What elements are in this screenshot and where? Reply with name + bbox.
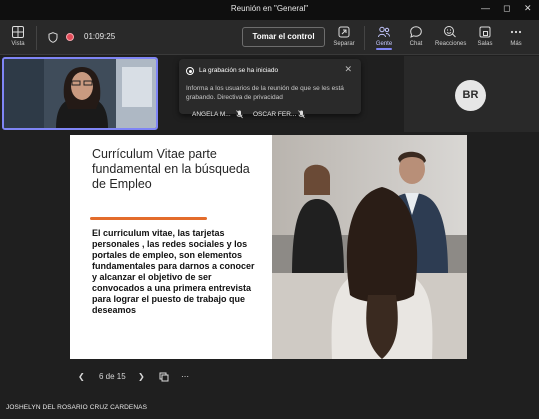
pop-out-icon (337, 25, 351, 39)
take-control-button[interactable]: Tomar el control (242, 27, 325, 47)
interview-photo (272, 135, 467, 359)
avatar: BR (455, 80, 486, 111)
slide-divider (90, 217, 207, 220)
rooms-button[interactable]: Salas (470, 25, 500, 47)
reactions-button[interactable]: Reacciones (435, 25, 467, 47)
shield-icon (48, 32, 58, 43)
more-label: Más (510, 41, 522, 47)
title-bar: Reunión en "General" — ◻ ✕ (0, 0, 539, 20)
meeting-timer: 01:09:25 (84, 32, 116, 41)
toolbar-divider (364, 26, 365, 50)
view-button[interactable]: Vista (3, 25, 33, 47)
more-options-icon[interactable]: ⋯ (181, 372, 189, 381)
chat-button[interactable]: Chat (401, 25, 431, 47)
participant-name: OSCAR FER... (253, 111, 297, 118)
chat-icon (409, 25, 423, 39)
notification-body: Informa a los usuarios de la reunión de … (186, 85, 344, 101)
slide-sorter-icon[interactable] (159, 372, 169, 384)
mic-off-icon (236, 110, 243, 119)
people-icon (377, 25, 391, 39)
reactions-icon (443, 25, 457, 39)
self-video-tile[interactable] (2, 57, 158, 130)
next-slide-icon[interactable]: ❯ (138, 372, 145, 381)
page-indicator: 6 de 15 (99, 372, 126, 381)
reactions-label: Reacciones (435, 41, 467, 47)
slide-navigation: ❮ 6 de 15 ❯ ⋯ (0, 372, 539, 388)
minimize-icon[interactable]: — (481, 3, 490, 13)
recording-indicator-icon (66, 33, 74, 41)
close-icon[interactable]: ✕ (344, 64, 352, 75)
recording-status-icon (186, 67, 194, 75)
rooms-icon (478, 25, 492, 39)
participant-name: ANGELA M... (192, 111, 231, 118)
shared-content-stage: Currículum Vitae parte fundamental en la… (0, 132, 539, 392)
more-icon (509, 25, 523, 39)
slide-title: Currículum Vitae parte fundamental en la… (92, 147, 250, 191)
maximize-icon[interactable]: ◻ (503, 3, 510, 14)
presentation-slide: Currículum Vitae parte fundamental en la… (70, 135, 467, 359)
slide-body-text: El curriculum vitae, las tarjetas person… (92, 228, 255, 315)
mic-off-icon (298, 110, 305, 119)
grid-icon (11, 25, 25, 39)
recording-notification: La grabación se ha iniciado ✕ Informa a … (179, 59, 361, 114)
people-button[interactable]: Gente (369, 25, 399, 50)
presenter-name: JOSHELYN DEL ROSARIO CRUZ CARDENAS (6, 404, 148, 411)
pop-out-button[interactable]: Separar (329, 25, 359, 47)
pop-out-label: Separar (333, 41, 355, 47)
notification-title: La grabación se ha iniciado (199, 67, 279, 74)
meeting-toolbar: Vista 01:09:25 Tomar el control Separar … (0, 20, 539, 55)
chat-label: Chat (409, 41, 423, 47)
view-label: Vista (11, 41, 25, 47)
video-feed-image (4, 59, 156, 128)
previous-slide-icon[interactable]: ❮ (78, 372, 85, 381)
rooms-label: Salas (477, 41, 493, 47)
people-label: Gente (375, 41, 393, 47)
toolbar-divider (36, 26, 37, 50)
more-button[interactable]: Más (501, 25, 531, 47)
window-title: Reunión en "General" (230, 4, 309, 13)
close-window-icon[interactable]: ✕ (524, 3, 532, 14)
